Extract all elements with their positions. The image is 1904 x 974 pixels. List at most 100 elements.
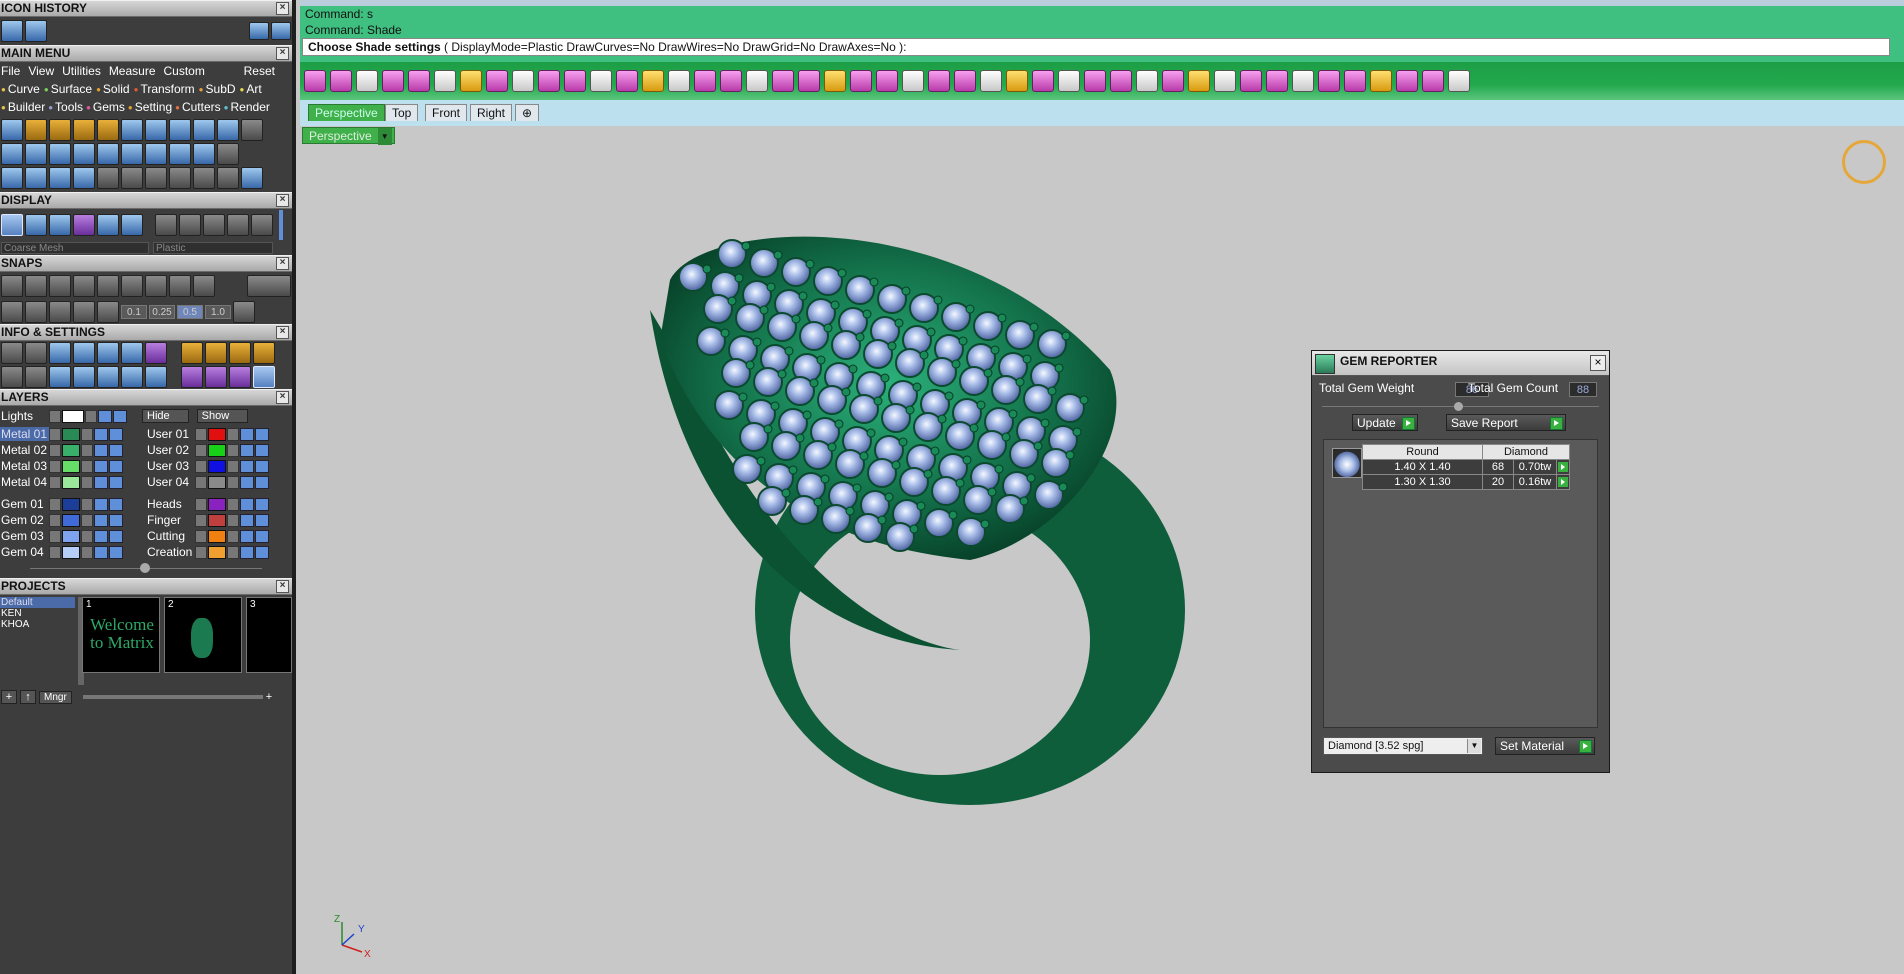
toolbar-tool-icon[interactable]	[564, 70, 586, 92]
layer-row[interactable]: Heads	[146, 496, 292, 512]
layer-row[interactable]: Gem 04	[0, 544, 146, 560]
toolbar-tool-icon[interactable]	[382, 70, 404, 92]
settings-icon[interactable]	[1, 342, 23, 364]
lock-icon[interactable]	[227, 475, 239, 489]
menu-builder[interactable]: Builder	[1, 100, 45, 114]
command-prompt[interactable]: Choose Shade settings ( DisplayMode=Plas…	[302, 38, 1890, 56]
layer-row[interactable]: User 04	[146, 474, 292, 490]
toolbar-tool-icon[interactable]	[1318, 70, 1340, 92]
tool-icon[interactable]	[49, 167, 71, 189]
info-icon[interactable]	[253, 342, 275, 364]
toolbar-tool-icon[interactable]	[1058, 70, 1080, 92]
display-icon[interactable]	[97, 214, 119, 236]
expand-icon[interactable]	[49, 459, 61, 473]
project-item[interactable]: KHOA	[0, 619, 82, 630]
layer-row[interactable]: Gem 01	[0, 496, 146, 512]
visibility-toggle[interactable]	[240, 475, 254, 489]
info-icon[interactable]	[73, 366, 95, 388]
toolbar-tool-icon[interactable]	[668, 70, 690, 92]
toolbar-tool-icon[interactable]	[1422, 70, 1444, 92]
toolbar-tool-icon[interactable]	[1006, 70, 1028, 92]
layer-row[interactable]: Metal 04	[0, 474, 146, 490]
layer-color-swatch[interactable]	[208, 513, 226, 527]
visibility-toggle[interactable]	[240, 443, 254, 457]
material-icon[interactable]	[251, 214, 273, 236]
tool-icon[interactable]	[169, 143, 191, 165]
layer-color-swatch[interactable]	[208, 497, 226, 511]
menu-cutters[interactable]: Cutters	[175, 100, 221, 114]
lock-icon[interactable]	[227, 497, 239, 511]
wrench-icon[interactable]	[25, 342, 47, 364]
display-icon[interactable]	[73, 214, 95, 236]
visibility-toggle[interactable]	[255, 513, 269, 527]
layer-name[interactable]: Gem 02	[0, 513, 49, 527]
visibility-toggle[interactable]	[255, 545, 269, 559]
row-action-cell[interactable]	[1556, 459, 1570, 475]
lock-icon[interactable]	[227, 459, 239, 473]
info-icon[interactable]	[121, 342, 143, 364]
tool-icon[interactable]	[73, 167, 95, 189]
layer-row[interactable]: User 02	[146, 442, 292, 458]
lock-icon[interactable]	[227, 529, 239, 543]
mesh-dropdown[interactable]: Coarse Mesh	[1, 242, 149, 254]
tool-icon[interactable]	[121, 119, 143, 141]
info-icon[interactable]	[25, 366, 47, 388]
layer-row[interactable]: Finger	[146, 512, 292, 528]
info-icon[interactable]	[49, 366, 71, 388]
snap-icon[interactable]	[121, 275, 143, 297]
toolbar-tool-icon[interactable]	[746, 70, 768, 92]
project-thumb[interactable]: 3	[246, 597, 292, 673]
layer-color-swatch[interactable]	[62, 497, 80, 511]
material-icon[interactable]	[203, 214, 225, 236]
layer-name[interactable]: Gem 03	[0, 529, 49, 543]
tool-icon[interactable]	[97, 119, 119, 141]
snap-mode-icon[interactable]	[247, 275, 291, 297]
expand-icon[interactable]	[49, 475, 61, 489]
hide-button[interactable]: Hide	[142, 409, 189, 423]
tool-icon[interactable]	[25, 119, 47, 141]
tool-icon[interactable]	[241, 119, 263, 141]
visibility-toggle[interactable]	[94, 443, 108, 457]
toolbar-tool-icon[interactable]	[1188, 70, 1210, 92]
toolbar-tool-icon[interactable]	[1240, 70, 1262, 92]
tool-icon[interactable]	[97, 167, 119, 189]
close-icon[interactable]: ×	[276, 2, 289, 15]
toolbar-tool-icon[interactable]	[1292, 70, 1314, 92]
history-icon-1[interactable]	[1, 20, 23, 42]
layer-name[interactable]: Metal 02	[0, 443, 49, 457]
close-icon[interactable]: ×	[276, 257, 289, 270]
snap-icon[interactable]	[25, 275, 47, 297]
visibility-toggle[interactable]	[240, 497, 254, 511]
toolbar-tool-icon[interactable]	[954, 70, 976, 92]
toolbar-tool-icon[interactable]	[980, 70, 1002, 92]
display-scrollbar[interactable]	[279, 210, 283, 240]
tab-top[interactable]: Top	[385, 104, 419, 121]
visibility-toggle[interactable]	[94, 475, 108, 489]
toolbar-tool-icon[interactable]	[1344, 70, 1366, 92]
lock-icon[interactable]	[81, 459, 93, 473]
layer-name[interactable]: Gem 04	[0, 545, 49, 559]
project-item[interactable]: KEN	[0, 608, 82, 619]
visibility-toggle[interactable]	[240, 513, 254, 527]
info-icon[interactable]	[73, 342, 95, 364]
arrow-left-icon[interactable]	[249, 22, 269, 40]
tool-icon[interactable]	[49, 143, 71, 165]
navigation-cube-icon[interactable]	[1842, 140, 1886, 184]
expand-icon[interactable]	[195, 513, 207, 527]
menu-setting[interactable]: Setting	[128, 100, 172, 114]
project-item[interactable]: Default	[0, 597, 75, 608]
toolbar-tool-icon[interactable]	[616, 70, 638, 92]
layer-name[interactable]: User 04	[146, 475, 195, 489]
table-row[interactable]: 1.40 X 1.40 68 0.70tw	[1362, 459, 1570, 475]
lock-icon[interactable]	[85, 409, 97, 423]
toolbar-tool-icon[interactable]	[850, 70, 872, 92]
collapse-icon[interactable]	[1454, 402, 1463, 411]
info-icon[interactable]	[145, 342, 167, 364]
expand-icon[interactable]	[195, 427, 207, 441]
menu-render[interactable]: Render	[224, 100, 270, 114]
snap-icon[interactable]	[193, 275, 215, 297]
close-icon[interactable]: ×	[276, 47, 289, 60]
toolbar-tool-icon[interactable]	[798, 70, 820, 92]
tool-icon[interactable]	[193, 167, 215, 189]
info-icon[interactable]	[253, 366, 275, 388]
